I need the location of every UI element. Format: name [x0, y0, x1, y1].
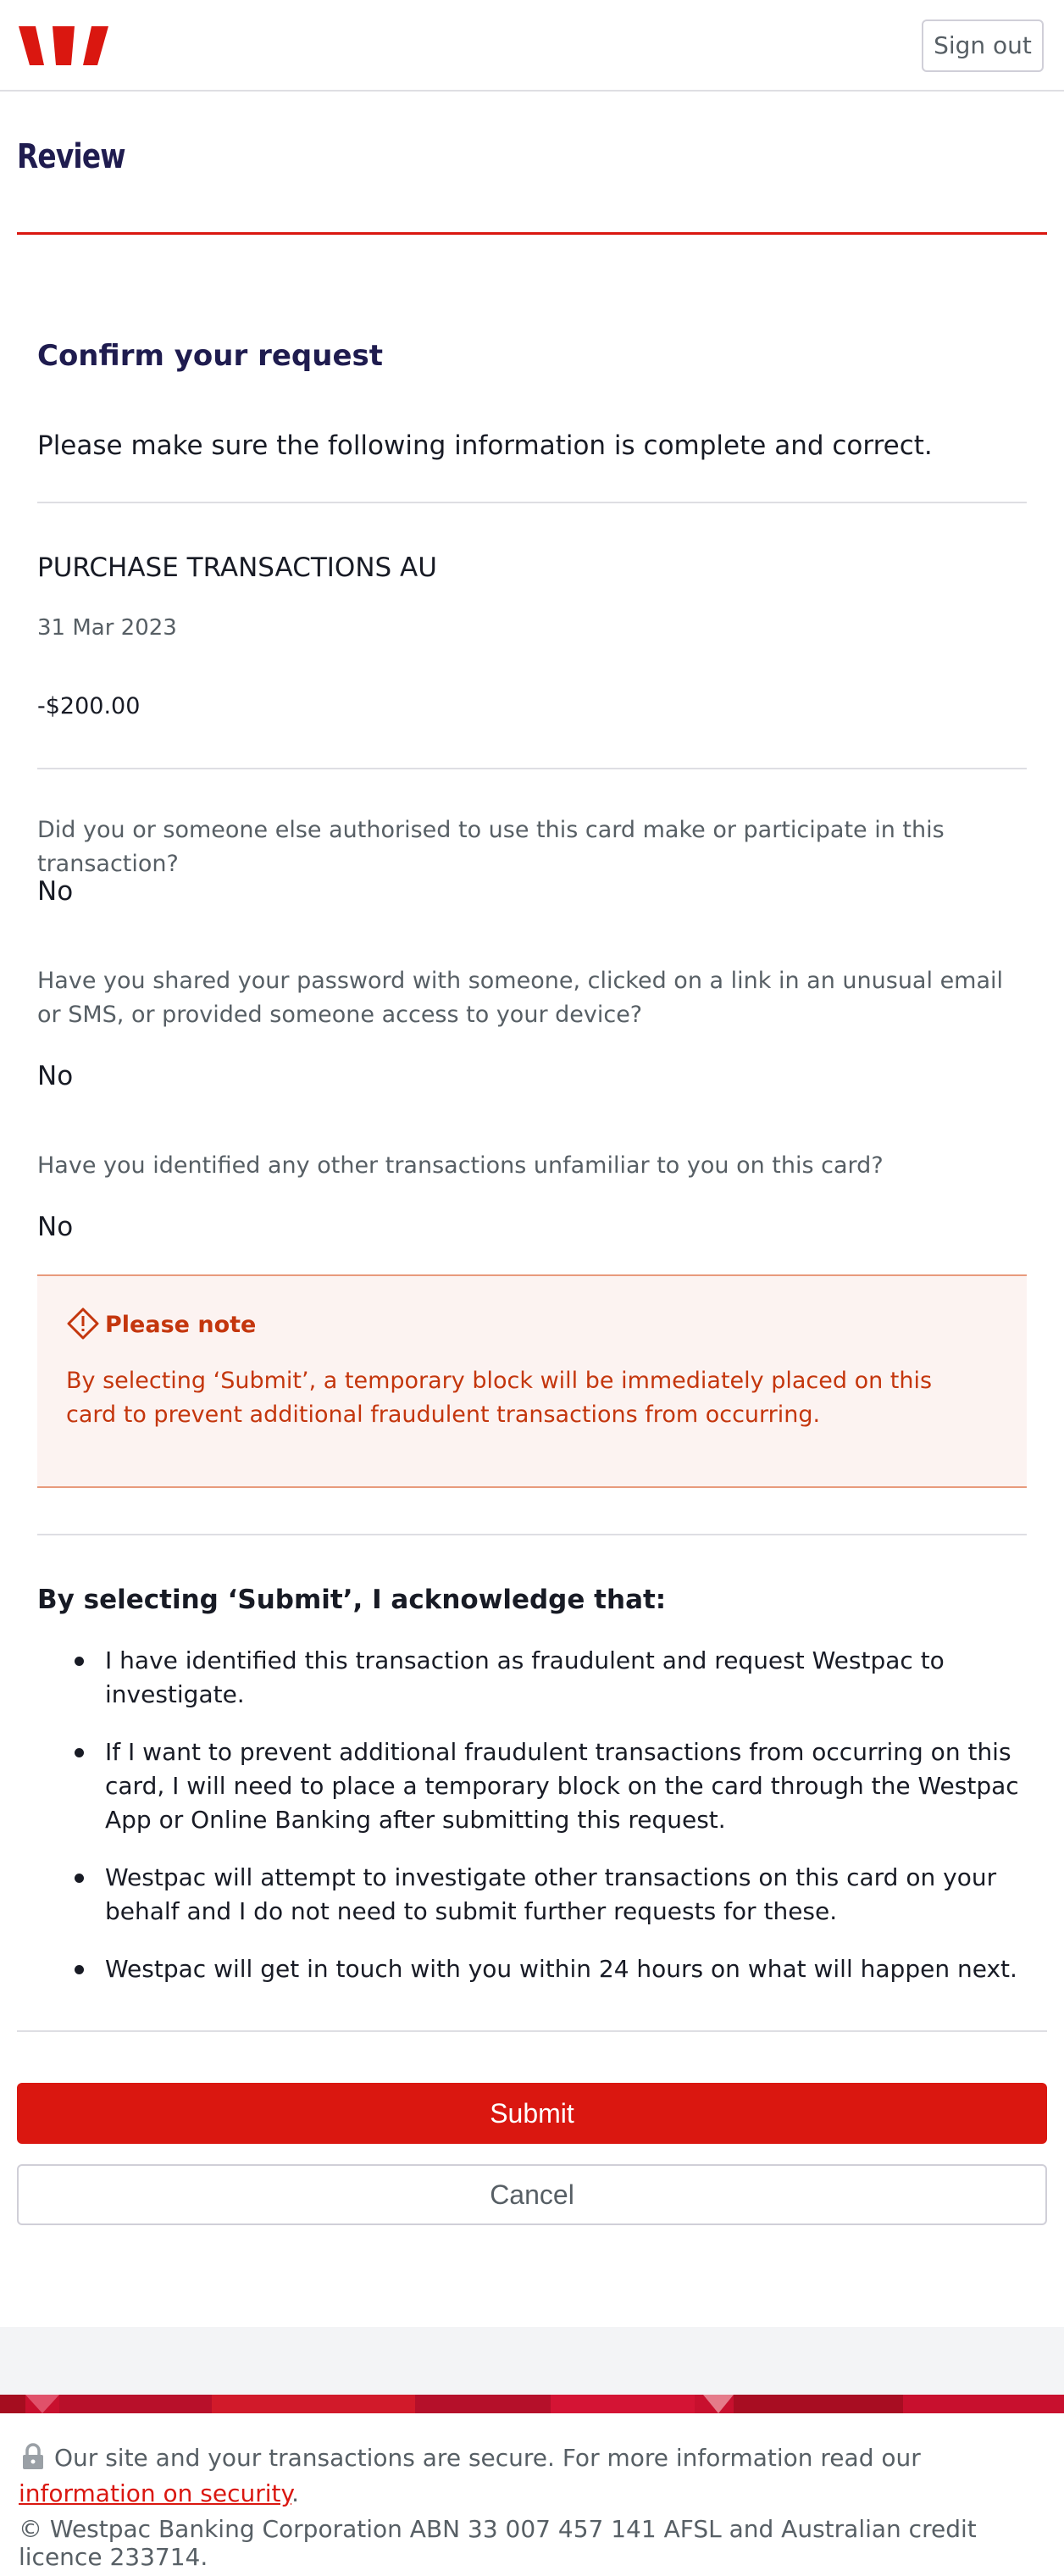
answer-other-transactions: No [37, 1212, 74, 1242]
list-item: I have identified this transaction as fr… [37, 1644, 1027, 1712]
warning-diamond-icon [67, 1307, 99, 1340]
bullet-icon [75, 1657, 84, 1666]
divider [37, 1534, 1027, 1535]
divider [37, 768, 1027, 769]
confirm-intro: Please make sure the following informati… [37, 430, 933, 461]
question-authorised: Did you or someone else authorised to us… [37, 817, 945, 877]
please-note-alert: Please note By selecting ‘Submit’, a tem… [37, 1274, 1027, 1488]
list-item: Westpac will attempt to investigate othe… [37, 1861, 1027, 1929]
transaction-date: 31 Mar 2023 [37, 615, 177, 641]
list-item-text: If I want to prevent additional fraudule… [105, 1738, 1019, 1834]
lock-icon [23, 2443, 43, 2469]
note-title: Please note [105, 1312, 257, 1338]
sign-out-button[interactable]: Sign out [922, 19, 1044, 72]
bullet-icon [75, 1748, 84, 1757]
bullet-icon [75, 1965, 84, 1974]
divider [17, 2030, 1047, 2032]
copyright: © Westpac Banking Corporation ABN 33 007… [19, 2515, 977, 2571]
acknowledgement-list: I have identified this transaction as fr… [37, 1644, 1027, 2010]
security-notice: Our site and your transactions are secur… [19, 2440, 1045, 2512]
divider [37, 502, 1027, 503]
list-item: If I want to prevent additional fraudule… [37, 1735, 1027, 1837]
acknowledgement-heading: By selecting ‘Submit’, I acknowledge tha… [37, 1585, 667, 1615]
note-body: By selecting ‘Submit’, a temporary block… [66, 1368, 933, 1428]
westpac-w-logo-icon[interactable] [19, 26, 108, 65]
list-item-text: Westpac will get in touch with you withi… [105, 1955, 1017, 1983]
submit-button[interactable]: Submit [17, 2083, 1047, 2144]
question-other-transactions: Have you identified any other transactio… [37, 1152, 884, 1179]
title-divider [17, 232, 1047, 235]
question-shared-password: Have you shared your password with someo… [37, 968, 1004, 1028]
page-title: Review [17, 137, 126, 176]
cancel-button[interactable]: Cancel [17, 2164, 1047, 2225]
security-text-end: . [291, 2479, 299, 2507]
transaction-name: PURCHASE TRANSACTIONS AU [37, 552, 437, 583]
answer-authorised: No [37, 876, 74, 907]
security-info-link[interactable]: information on security [19, 2479, 291, 2507]
site-header: Sign out [0, 0, 1064, 92]
footer-spacer [0, 2327, 1064, 2395]
list-item-text: Westpac will attempt to investigate othe… [105, 1863, 997, 1925]
transaction-amount: -$200.00 [37, 693, 141, 719]
bullet-icon [75, 1874, 84, 1883]
answer-shared-password: No [37, 1061, 74, 1091]
confirm-heading: Confirm your request [37, 339, 383, 373]
security-text: Our site and your transactions are secur… [54, 2444, 921, 2472]
list-item-text: I have identified this transaction as fr… [105, 1646, 945, 1708]
list-item: Westpac will get in touch with you withi… [37, 1952, 1027, 1986]
footer-brand-band [0, 2395, 1064, 2413]
